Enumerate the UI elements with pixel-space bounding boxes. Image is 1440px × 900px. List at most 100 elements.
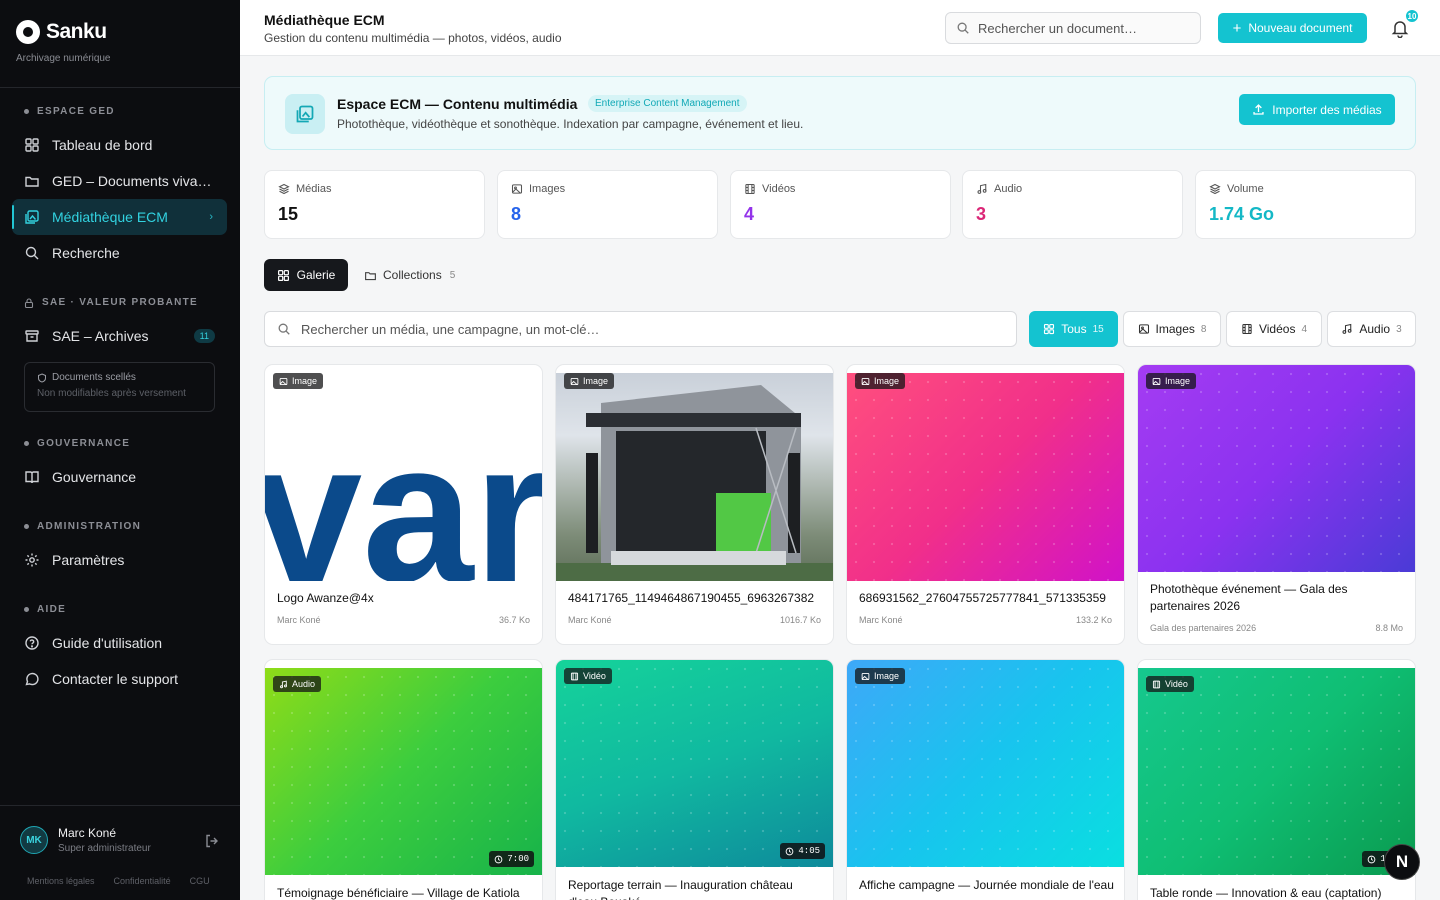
grid-icon <box>277 269 289 281</box>
media-title: Photothèque événement — Gala des partena… <box>1150 582 1348 613</box>
devtools-fab[interactable]: N <box>1384 844 1420 880</box>
sidebar-item-label: GED – Documents vivants <box>52 173 212 189</box>
gallery-icon <box>285 94 325 134</box>
tab-galerie[interactable]: Galerie <box>264 259 348 291</box>
notification-badge: 10 <box>1404 8 1420 24</box>
tab-collections[interactable]: Collections 5 <box>364 259 455 291</box>
sidebar-item-label: Paramètres <box>52 552 125 568</box>
film-icon <box>745 183 755 195</box>
page-subtitle: Gestion du contenu multimédia — photos, … <box>264 31 562 45</box>
media-card[interactable]: Audio 7:00 Témoignage bénéficiaire — Vil… <box>264 659 543 900</box>
filter-audio[interactable]: Audio 3 <box>1327 311 1416 347</box>
plus-icon: + <box>1232 19 1242 37</box>
clock-icon <box>786 847 794 855</box>
sidebar-item-ged[interactable]: GED – Documents vivants <box>12 163 227 199</box>
stat-card-audio: Audio 3 <box>962 170 1183 239</box>
sealed-docs-note: Documents scellés Non modifiables après … <box>24 362 215 412</box>
new-document-button[interactable]: + Nouveau document <box>1218 13 1367 43</box>
stat-value: 3 <box>976 204 987 224</box>
media-card[interactable]: Image Affiche campagne — Journée mondial… <box>846 659 1125 900</box>
banner-tag: Enterprise Content Management <box>588 95 747 112</box>
media-card[interactable]: Vidéo 4:05 Reportage terrain — Inaugurat… <box>555 659 834 900</box>
logo-icon <box>16 20 40 44</box>
sidebar-item-label: Gouvernance <box>52 469 137 485</box>
brand-logo[interactable]: Sanku <box>16 20 107 44</box>
sidebar-item-support[interactable]: Contacter le support <box>12 661 227 697</box>
brand-name: Sanku <box>46 20 107 43</box>
image-icon <box>279 377 288 385</box>
type-badge: Audio <box>273 676 322 692</box>
grid-icon <box>25 138 39 152</box>
stat-value: 8 <box>511 204 522 224</box>
filter-videos[interactable]: Vidéos 4 <box>1226 311 1322 347</box>
section-aide: AIDE <box>24 604 66 615</box>
sidebar-item-dashboard[interactable]: Tableau de bord <box>12 127 227 163</box>
archive-icon <box>25 330 39 342</box>
media-card[interactable]: var Image Logo Awanze@4x Marc Koné 36.7 K… <box>264 364 543 645</box>
clock-icon <box>1368 855 1376 863</box>
image-icon <box>861 672 870 680</box>
filter-images[interactable]: Images 8 <box>1123 311 1221 347</box>
media-meta: Marc Koné 36.7 Ko <box>277 615 530 625</box>
divider <box>0 87 240 88</box>
sidebar-item-guide[interactable]: Guide d'utilisation <box>12 625 227 661</box>
count-badge: 11 <box>193 329 215 343</box>
stat-value: 4 <box>744 204 755 224</box>
thumbnail <box>265 668 542 875</box>
search-icon <box>278 323 290 335</box>
media-title: 484171765_1149464867190455_6963267382 <box>568 591 815 605</box>
search-icon <box>25 246 39 260</box>
logout-icon[interactable] <box>204 833 220 849</box>
image-icon <box>861 377 870 385</box>
stage-photo-image <box>556 385 833 581</box>
global-search-input[interactable] <box>978 20 1178 36</box>
chevron-right-icon: › <box>209 211 213 223</box>
music-icon <box>280 680 287 688</box>
folder-icon <box>365 271 376 280</box>
music-icon <box>1342 323 1352 334</box>
link-cgu[interactable]: CGU <box>190 876 210 886</box>
link-mentions-legales[interactable]: Mentions légales <box>27 876 95 886</box>
media-search-input[interactable] <box>301 321 1001 337</box>
film-icon <box>1152 680 1161 688</box>
media-card[interactable]: Image 484171765_1149464867190455_6963267… <box>555 364 834 645</box>
media-title: Logo Awanze@4x <box>277 591 374 605</box>
sidebar-item-mediatheque[interactable]: Médiathèque ECM › <box>12 199 227 235</box>
duration-badge: 4:05 <box>780 843 825 859</box>
help-circle-icon <box>25 636 39 650</box>
stat-card-volume: Volume 1.74 Go <box>1195 170 1416 239</box>
sidebar-item-gouvernance[interactable]: Gouvernance <box>12 459 227 495</box>
thumbnail <box>1138 668 1415 875</box>
book-icon <box>25 471 39 484</box>
shield-icon <box>38 372 46 383</box>
import-media-button[interactable]: Importer des médias <box>1239 94 1395 125</box>
music-icon <box>977 183 987 194</box>
grid-icon <box>1044 323 1055 335</box>
user-profile[interactable]: MK Marc Koné Super administrateur <box>20 826 151 854</box>
banner-subtitle: Photothèque, vidéothèque et sonothèque. … <box>337 117 804 131</box>
database-icon <box>1209 183 1221 195</box>
search-icon <box>957 22 969 34</box>
global-search[interactable] <box>945 12 1201 44</box>
image-icon <box>1138 324 1149 334</box>
media-search[interactable] <box>264 311 1017 347</box>
upload-icon <box>1253 104 1264 115</box>
logo-preview-image: var <box>265 401 542 581</box>
sidebar-item-label: Tableau de bord <box>52 137 153 153</box>
sidebar-item-parametres[interactable]: Paramètres <box>12 542 227 578</box>
media-card[interactable]: Image 686931562_27604755725777841_571335… <box>846 364 1125 645</box>
sidebar-item-recherche[interactable]: Recherche <box>12 235 227 271</box>
brand-tagline: Archivage numérique <box>16 53 111 64</box>
media-title: Affiche campagne — Journée mondiale de l… <box>859 878 1114 892</box>
link-confidentialite[interactable]: Confidentialité <box>114 876 171 886</box>
type-badge: Vidéo <box>564 668 612 684</box>
filter-tous[interactable]: Tous 15 <box>1029 311 1118 347</box>
media-card[interactable]: Vidéo 1:00 Table ronde — Innovation & ea… <box>1137 659 1416 900</box>
media-card[interactable]: Image Photothèque événement — Gala des p… <box>1137 364 1416 645</box>
section-sae: SAE · VALEUR PROBANTE <box>24 297 198 308</box>
footer-links: Mentions légales Confidentialité CGU <box>27 876 210 886</box>
sidebar-item-label: SAE – Archives <box>52 328 149 344</box>
stat-card-videos: Vidéos 4 <box>730 170 951 239</box>
thumbnail <box>556 660 833 867</box>
sidebar-item-sae-archives[interactable]: SAE – Archives 11 <box>12 318 227 354</box>
